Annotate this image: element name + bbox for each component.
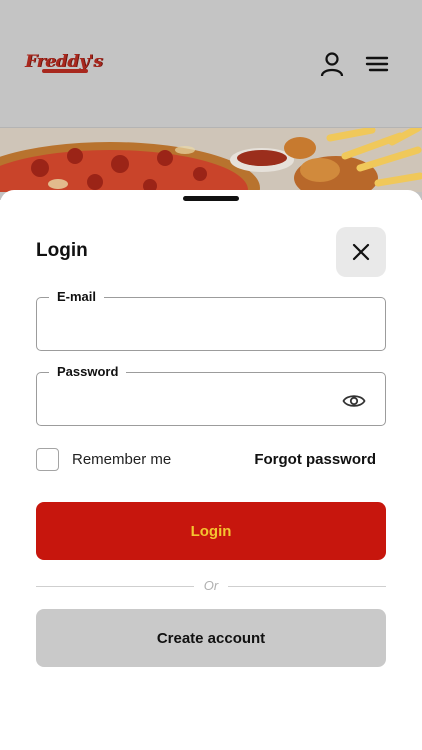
user-icon[interactable]	[318, 50, 346, 78]
sheet-title: Login	[36, 240, 88, 261]
password-field[interactable]: Password	[36, 364, 386, 426]
email-input[interactable]	[51, 314, 331, 338]
password-label: Password	[49, 364, 127, 380]
hamburger-menu-icon[interactable]	[363, 50, 391, 78]
close-icon	[352, 243, 370, 261]
forgot-password-link[interactable]: Forgot password	[254, 451, 376, 468]
email-field[interactable]: E-mail	[36, 289, 386, 351]
app-header: Freddy's	[0, 0, 422, 128]
divider-right	[228, 586, 386, 587]
close-button[interactable]	[336, 227, 386, 277]
remember-me-label[interactable]: Remember me	[72, 451, 171, 468]
email-label: E-mail	[49, 289, 105, 305]
remember-me-checkbox[interactable]	[36, 448, 59, 471]
create-account-button[interactable]: Create account	[36, 609, 386, 667]
divider-left	[36, 586, 194, 587]
food-banner-image	[0, 128, 422, 192]
password-input[interactable]	[51, 389, 331, 413]
login-button[interactable]: Login	[36, 502, 386, 560]
eye-icon[interactable]	[341, 388, 367, 414]
or-divider-text: Or	[203, 578, 219, 593]
sheet-drag-handle[interactable]	[183, 196, 239, 201]
logo-underline	[42, 69, 88, 73]
